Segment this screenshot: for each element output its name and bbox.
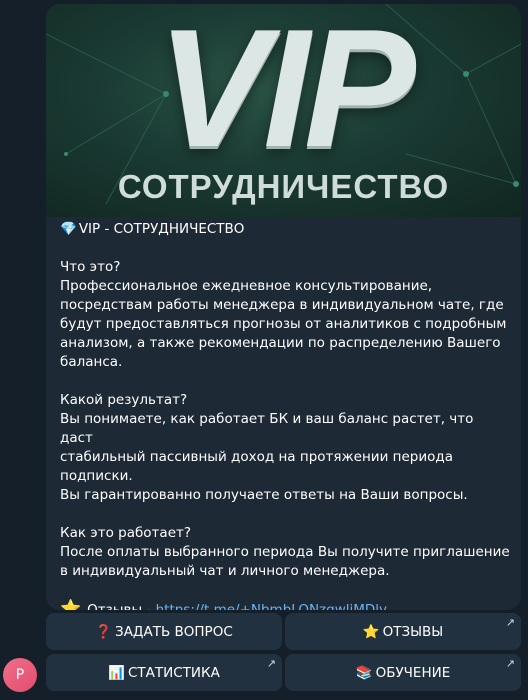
section-line: будут предоставляться прогнозы от аналит…	[60, 316, 507, 332]
star-icon: ⭐	[60, 599, 82, 611]
reviews-separator: -	[142, 602, 156, 610]
section-line: анализом, а также рекомендации по распре…	[60, 335, 501, 351]
reviews-button[interactable]: ⭐ ОТЗЫВЫ ↗	[285, 613, 521, 650]
vip-banner-image[interactable]: VIP СОТРУДНИЧЕСТВО	[46, 4, 521, 217]
books-icon: 📚	[355, 664, 373, 681]
message-text: 💎 VIP - СОТРУДНИЧЕСТВО Что это? Профессио…	[60, 220, 510, 610]
statistics-label: СТАТИСТИКА	[127, 664, 220, 681]
section-line: подписки.	[60, 468, 133, 484]
gem-icon: 💎	[60, 221, 77, 237]
training-label: ОБУЧЕНИЕ	[375, 664, 451, 681]
message-bubble: VIP СОТРУДНИЧЕСТВО 💎 VIP - СОТРУДНИЧЕСТВО…	[46, 4, 521, 610]
external-link-arrow-icon: ↗	[505, 657, 515, 670]
star-icon: ⭐	[362, 623, 380, 640]
banner-subtitle: СОТРУДНИЧЕСТВО	[117, 168, 450, 205]
section-line: Профессиональное ежедневное консультиров…	[60, 278, 433, 294]
reviews-line: ⭐ Отзывы - https://t.me/+NbmbLONzgwljMDly	[60, 599, 510, 611]
external-link-arrow-icon: ↗	[266, 657, 276, 670]
section-title: Что это?	[60, 259, 121, 275]
chart-icon: 📊	[108, 664, 125, 681]
section-line: баланса.	[60, 354, 123, 370]
section-title: Какой результат?	[60, 392, 188, 408]
ask-question-button[interactable]: ❓ ЗАДАТЬ ВОПРОС	[46, 613, 282, 650]
section-line: Вы гарантированно получаете ответы на Ва…	[60, 487, 468, 503]
training-button[interactable]: 📚 ОБУЧЕНИЕ ↗	[285, 654, 521, 691]
section-line: После оплаты выбранного периода Вы получ…	[60, 544, 510, 560]
avatar[interactable]: P	[3, 658, 37, 692]
statistics-button[interactable]: 📊 СТАТИСТИКА ↗	[46, 654, 282, 691]
reviews-button-label: ОТЗЫВЫ	[382, 623, 444, 640]
external-link-arrow-icon: ↗	[505, 616, 515, 629]
section-line: в индивидуальный чат и личного менеджера…	[60, 563, 390, 579]
reviews-label: Отзывы	[87, 602, 143, 610]
section-line: Вы понимаете, как работает БК и ваш бала…	[60, 411, 474, 446]
section-line: стабильный пассивный доход на протяжении…	[60, 449, 453, 465]
ask-question-label: ЗАДАТЬ ВОПРОС	[115, 623, 233, 640]
banner-title: VIP	[157, 4, 416, 182]
section-title: Как это работает?	[60, 525, 192, 541]
section-line: посредствам работы менеджера в индивидуа…	[60, 297, 504, 313]
reviews-link[interactable]: https://t.me/+NbmbLONzgwljMDly	[156, 602, 387, 610]
message-heading: 💎 VIP - СОТРУДНИЧЕСТВО	[60, 221, 245, 237]
question-icon: ❓	[95, 623, 113, 640]
